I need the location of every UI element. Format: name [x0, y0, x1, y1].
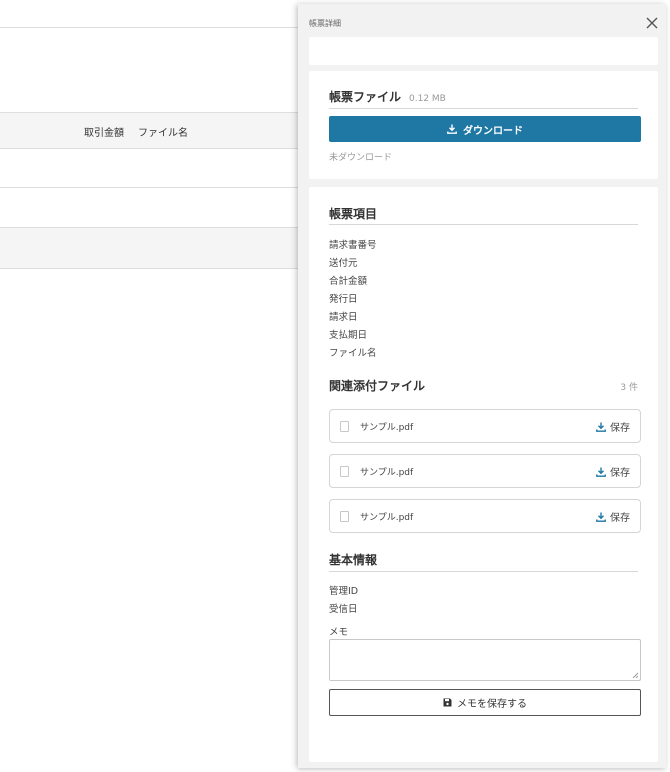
attachment-save-button[interactable]: 保存 [596, 464, 630, 479]
download-button-label: ダウンロード [463, 125, 523, 137]
download-icon [596, 422, 606, 432]
close-icon [646, 17, 658, 29]
save-label: 保存 [610, 423, 630, 434]
divider [329, 571, 638, 572]
file-section-title: 帳票ファイル 0.12 MB [329, 88, 446, 105]
resize-grip-icon[interactable] [632, 672, 638, 678]
column-header-filename[interactable]: ファイル名 [138, 124, 188, 139]
download-icon [447, 124, 457, 134]
attachments-count: 3 件 [620, 383, 638, 393]
document-icon [340, 511, 349, 522]
field-due-date: 支払期日 [329, 330, 368, 341]
attachment-item: サンプル.pdf 保存 [329, 499, 641, 533]
attachment-save-button[interactable]: 保存 [596, 419, 630, 434]
save-memo-label: メモを保存する [457, 699, 527, 710]
table-header: 取引金額 ファイル名 [0, 112, 300, 149]
field-received-date: 受信日 [329, 604, 358, 615]
main-card: 帳票項目 請求書番号 送付元 合計金額 発行日 請求日 支払期日 ファイル名 関… [309, 187, 658, 762]
table-row-divider [0, 187, 300, 188]
download-icon [596, 467, 606, 477]
field-billing-date: 請求日 [329, 312, 358, 323]
attachment-item: サンプル.pdf 保存 [329, 409, 641, 443]
save-memo-button[interactable]: メモを保存する [329, 689, 641, 716]
field-issue-date: 発行日 [329, 294, 358, 305]
field-sender: 送付元 [329, 258, 358, 269]
drawer-title: 帳票詳細 [309, 19, 341, 28]
document-icon [340, 421, 349, 432]
items-section-title: 帳票項目 [329, 207, 378, 221]
attachment-name: サンプル.pdf [360, 513, 414, 523]
divider [329, 224, 638, 225]
field-management-id: 管理ID [329, 586, 359, 597]
file-size: 0.12 MB [409, 94, 446, 104]
attachment-item: サンプル.pdf 保存 [329, 454, 641, 488]
download-button[interactable]: ダウンロード [329, 116, 641, 142]
divider [0, 27, 300, 28]
download-icon [596, 512, 606, 522]
download-status: 未ダウンロード [329, 153, 393, 163]
column-header-amount[interactable]: 取引金額 [84, 124, 124, 139]
field-total-amount: 合計金額 [329, 276, 368, 287]
attachment-name: サンプル.pdf [360, 423, 414, 433]
memo-label: メモ [329, 627, 349, 638]
attachment-name: サンプル.pdf [360, 468, 414, 478]
file-card: 帳票ファイル 0.12 MB ダウンロード 未ダウンロード [309, 71, 658, 179]
floppy-disk-icon [443, 698, 452, 707]
attachments-section-title: 関連添付ファイル [329, 379, 426, 393]
memo-textarea[interactable] [329, 639, 641, 681]
close-button[interactable] [644, 16, 660, 32]
divider [329, 108, 638, 109]
top-card [309, 37, 658, 65]
document-icon [340, 466, 349, 477]
field-file-name: ファイル名 [329, 348, 377, 359]
table-row[interactable] [0, 227, 300, 269]
detail-drawer: 帳票詳細 帳票ファイル 0.12 MB ダウンロード 未ダウンロード 帳票項目 請… [298, 4, 666, 768]
attachment-save-button[interactable]: 保存 [596, 509, 630, 524]
file-section-title-text: 帳票ファイル [329, 90, 402, 104]
save-label: 保存 [610, 513, 630, 524]
field-invoice-number: 請求書番号 [329, 240, 377, 251]
save-label: 保存 [610, 468, 630, 479]
basic-section-title: 基本情報 [329, 553, 378, 567]
